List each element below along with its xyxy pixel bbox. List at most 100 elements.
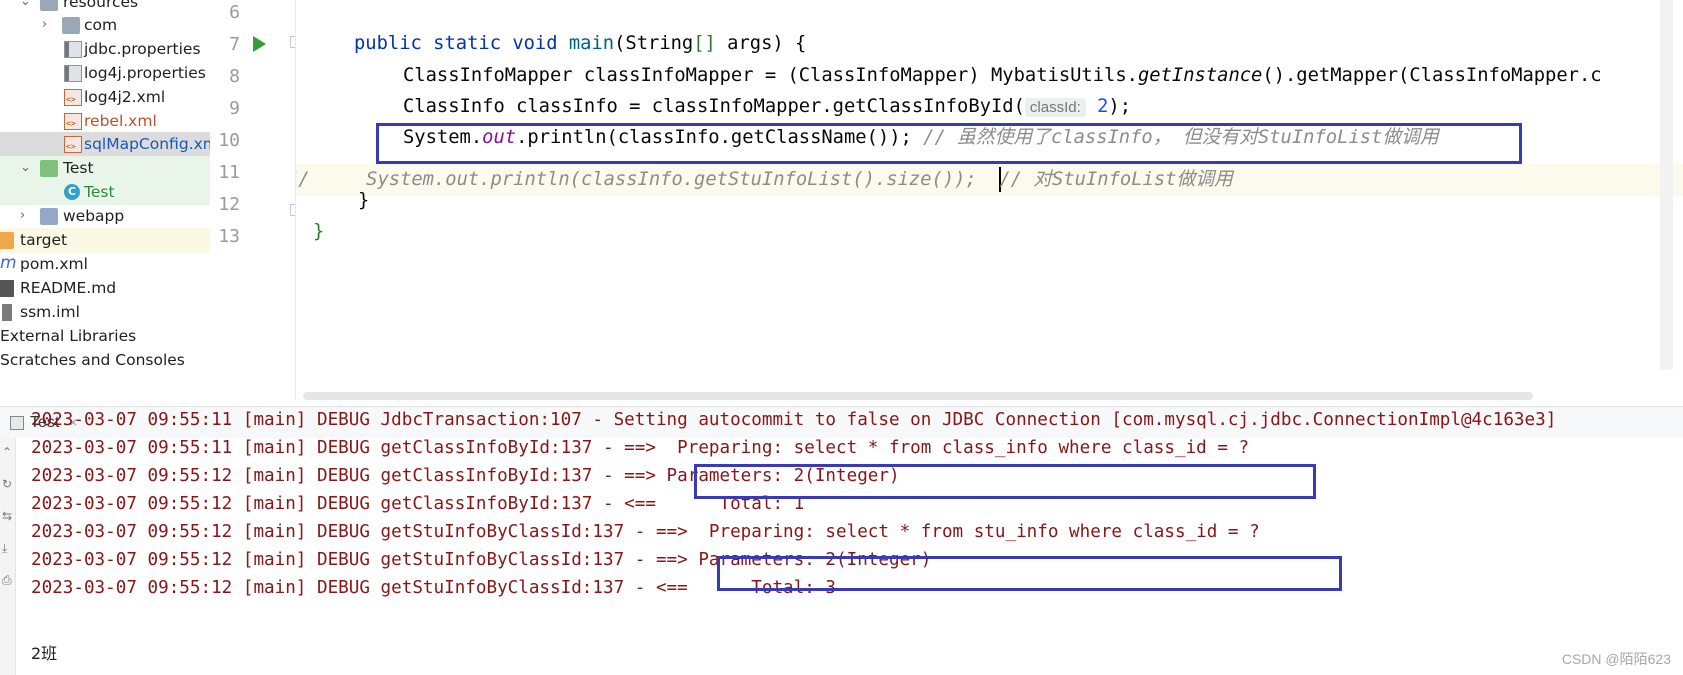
code-text: ClassInfoMapper classInfoMapper = (Class… <box>403 65 1138 86</box>
line-number: 9 <box>229 98 240 119</box>
line-number: 7 <box>229 34 240 55</box>
tree-item-pom-xml[interactable]: m pom.xml <box>0 252 210 277</box>
tree-item-rebel-xml[interactable]: rebel.xml <box>0 109 210 134</box>
properties-file-icon <box>64 65 82 82</box>
code-line-7: public static void main(String[] args) { <box>354 29 806 59</box>
run-toolbar: ⌃ ↻ ⇆ ⤓ ⎙ <box>0 438 16 675</box>
log-line: 2023-03-07 09:55:12 [main] DEBUG getStuI… <box>31 522 1260 542</box>
maven-icon: m <box>0 253 17 273</box>
tree-item-test-class[interactable]: Test <box>0 180 210 205</box>
tree-item-sqlmapconfig-xml[interactable]: sqlMapConfig.xm <box>0 132 210 157</box>
project-tree: ⌄ resources › com jdbc.properties log4j.… <box>0 0 210 405</box>
editor-gutter: 6 7 8 9 10 11 12 13 <box>210 0 295 400</box>
code-line-13: } <box>313 221 325 242</box>
xml-file-icon <box>64 136 82 153</box>
test-folder-icon <box>40 160 58 177</box>
web-folder-icon <box>40 208 58 225</box>
chevron-right-icon[interactable]: › <box>42 18 52 31</box>
line-number: 11 <box>218 162 240 183</box>
tree-item-scratches[interactable]: Scratches and Consoles <box>0 348 210 373</box>
tree-item-test-folder[interactable]: ⌄ Test <box>0 156 210 181</box>
xml-file-icon <box>64 113 82 130</box>
code-text: ClassInfo classInfo = classInfoMapper.ge… <box>403 96 1025 117</box>
markdown-icon <box>0 280 14 297</box>
log-line: 2023-03-07 09:55:12 [main] DEBUG getClas… <box>31 494 805 514</box>
vertical-scrollbar[interactable] <box>1660 0 1673 370</box>
tree-item-label: com <box>84 16 118 34</box>
tree-item-external-libraries[interactable]: External Libraries <box>0 324 210 349</box>
code-text: [] <box>693 33 716 54</box>
class-icon <box>64 184 80 200</box>
code-text: ().getMapper(ClassInfoMapper.c <box>1262 65 1602 86</box>
highlight-box <box>376 123 1522 164</box>
chevron-down-icon[interactable]: ⌄ <box>20 161 31 174</box>
run-config-icon <box>10 416 24 430</box>
tree-item-label: log4j2.xml <box>84 88 166 106</box>
horizontal-scrollbar[interactable] <box>303 392 1533 400</box>
tree-item-label: ssm.iml <box>20 303 80 321</box>
keyword: void <box>512 33 558 54</box>
tree-item-label: External Libraries <box>0 327 137 345</box>
scroll-end-icon[interactable]: ⤓ <box>2 542 12 554</box>
code-text: (String <box>614 33 694 54</box>
tree-item-label: webapp <box>63 207 125 225</box>
tree-item-log4j2-xml[interactable]: log4j2.xml <box>0 85 210 110</box>
tree-item-label: log4j.properties <box>84 64 206 82</box>
code-text: getInstance <box>1137 65 1263 86</box>
number-literal: 2 <box>1097 96 1109 117</box>
highlight-box <box>694 464 1316 499</box>
scroll-up-icon[interactable]: ⌃ <box>2 446 12 458</box>
tree-item-webapp[interactable]: › webapp <box>0 204 210 229</box>
code-line-8: ClassInfoMapper classInfoMapper = (Class… <box>403 61 1602 91</box>
code-editor[interactable]: public static void main(String[] args) {… <box>296 0 1683 400</box>
xml-file-icon <box>64 89 82 106</box>
tree-item-jdbc-properties[interactable]: jdbc.properties <box>0 37 210 62</box>
line-number: 13 <box>218 226 240 247</box>
log-line: 2023-03-07 09:55:11 [main] DEBUG JdbcTra… <box>31 410 1557 430</box>
tree-item-log4j-properties[interactable]: log4j.properties <box>0 61 210 86</box>
line-number: 8 <box>229 66 240 87</box>
keyword: public <box>354 33 422 54</box>
log-line: 2023-03-07 09:55:12 [main] DEBUG getStuI… <box>31 578 837 598</box>
excluded-folder-icon <box>0 232 14 249</box>
tree-item-label: README.md <box>20 279 117 297</box>
tree-item-label: jdbc.properties <box>84 40 201 58</box>
program-output: 2班 <box>31 644 58 663</box>
parameter-hint: classId: <box>1024 98 1086 117</box>
tree-item-label: rebel.xml <box>84 112 157 130</box>
tree-item-target[interactable]: target <box>0 228 210 253</box>
highlight-box <box>717 556 1342 591</box>
code-line-12: } <box>358 190 370 211</box>
line-number: 10 <box>218 130 240 151</box>
tree-item-label: Scratches and Consoles <box>0 351 185 369</box>
code-line-11: // System.out.println(classInfo.getStuIn… <box>296 169 1233 190</box>
code-text: ); <box>1108 96 1132 117</box>
tree-item-label: pom.xml <box>20 255 88 273</box>
log-line: 2023-03-07 09:55:11 [main] DEBUG getClas… <box>31 438 1250 458</box>
watermark: CSDN @陌陌623 <box>1561 651 1671 667</box>
rerun-icon[interactable]: ↻ <box>2 478 12 490</box>
method-name: main <box>568 33 615 54</box>
tree-item-com[interactable]: › com <box>0 13 210 38</box>
tree-item-label: sqlMapConfig.xm <box>84 135 210 153</box>
code-line-9: ClassInfo classInfo = classInfoMapper.ge… <box>403 92 1131 122</box>
tree-item-label: resources <box>63 0 139 11</box>
tree-item-label: target <box>20 231 68 249</box>
tree-item-label: Test <box>63 159 94 177</box>
tree-item-ssm-iml[interactable]: ssm.iml <box>0 300 210 325</box>
line-number: 6 <box>229 2 240 23</box>
code-text: args) { <box>715 33 807 54</box>
line-number: 12 <box>218 194 240 215</box>
package-folder-icon <box>62 17 80 34</box>
soft-wrap-icon[interactable]: ⇆ <box>2 510 12 522</box>
resources-folder-icon <box>40 0 58 11</box>
run-gutter-icon[interactable] <box>253 36 266 52</box>
tree-item-readme[interactable]: README.md <box>0 276 210 301</box>
chevron-down-icon[interactable]: ⌄ <box>20 0 31 8</box>
tree-item-label: Test <box>84 183 115 201</box>
module-file-icon <box>2 304 12 321</box>
properties-file-icon <box>64 41 82 58</box>
keyword: static <box>433 33 501 54</box>
print-icon[interactable]: ⎙ <box>2 574 12 586</box>
chevron-right-icon[interactable]: › <box>20 209 30 222</box>
